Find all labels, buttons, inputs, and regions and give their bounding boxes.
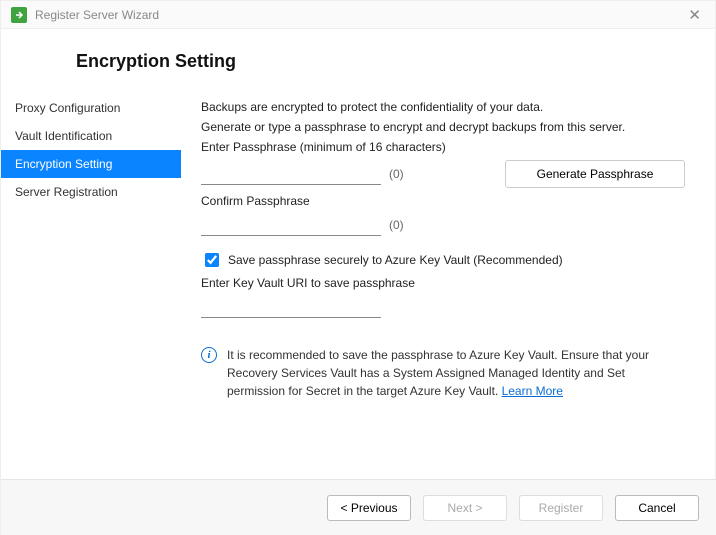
info-text-container: It is recommended to save the passphrase… bbox=[227, 346, 685, 400]
save-to-keyvault-label: Save passphrase securely to Azure Key Va… bbox=[228, 253, 563, 267]
generate-passphrase-button[interactable]: Generate Passphrase bbox=[505, 160, 685, 188]
intro-text-2: Generate or type a passphrase to encrypt… bbox=[201, 120, 685, 134]
save-to-keyvault-checkbox[interactable] bbox=[205, 253, 219, 267]
footer: < Previous Next > Register Cancel bbox=[1, 479, 716, 535]
intro-text-1: Backups are encrypted to protect the con… bbox=[201, 100, 685, 114]
close-button[interactable]: ✕ bbox=[684, 6, 705, 24]
register-button: Register bbox=[519, 495, 603, 521]
cancel-button[interactable]: Cancel bbox=[615, 495, 699, 521]
sidebar-item-proxy-configuration[interactable]: Proxy Configuration bbox=[1, 94, 181, 122]
app-icon bbox=[11, 7, 27, 23]
previous-button[interactable]: < Previous bbox=[327, 495, 411, 521]
enter-passphrase-label: Enter Passphrase (minimum of 16 characte… bbox=[201, 140, 685, 154]
wizard-steps-sidebar: Proxy Configuration Vault Identification… bbox=[1, 90, 181, 481]
sidebar-item-vault-identification[interactable]: Vault Identification bbox=[1, 122, 181, 150]
keyvault-uri-input[interactable] bbox=[201, 296, 381, 318]
enter-passphrase-input[interactable] bbox=[201, 163, 381, 185]
sidebar-item-encryption-setting[interactable]: Encryption Setting bbox=[1, 150, 181, 178]
confirm-passphrase-label: Confirm Passphrase bbox=[201, 194, 685, 208]
content-pane: Backups are encrypted to protect the con… bbox=[181, 90, 715, 481]
titlebar: Register Server Wizard ✕ bbox=[1, 1, 715, 29]
info-icon: i bbox=[201, 347, 217, 363]
keyvault-uri-label: Enter Key Vault URI to save passphrase bbox=[201, 276, 685, 290]
enter-passphrase-count: (0) bbox=[389, 167, 404, 181]
info-text: It is recommended to save the passphrase… bbox=[227, 348, 649, 398]
confirm-passphrase-input[interactable] bbox=[201, 214, 381, 236]
page-title: Encryption Setting bbox=[1, 29, 715, 90]
confirm-passphrase-count: (0) bbox=[389, 218, 404, 232]
next-button: Next > bbox=[423, 495, 507, 521]
learn-more-link[interactable]: Learn More bbox=[502, 384, 563, 398]
sidebar-item-server-registration[interactable]: Server Registration bbox=[1, 178, 181, 206]
window-title: Register Server Wizard bbox=[35, 8, 159, 22]
